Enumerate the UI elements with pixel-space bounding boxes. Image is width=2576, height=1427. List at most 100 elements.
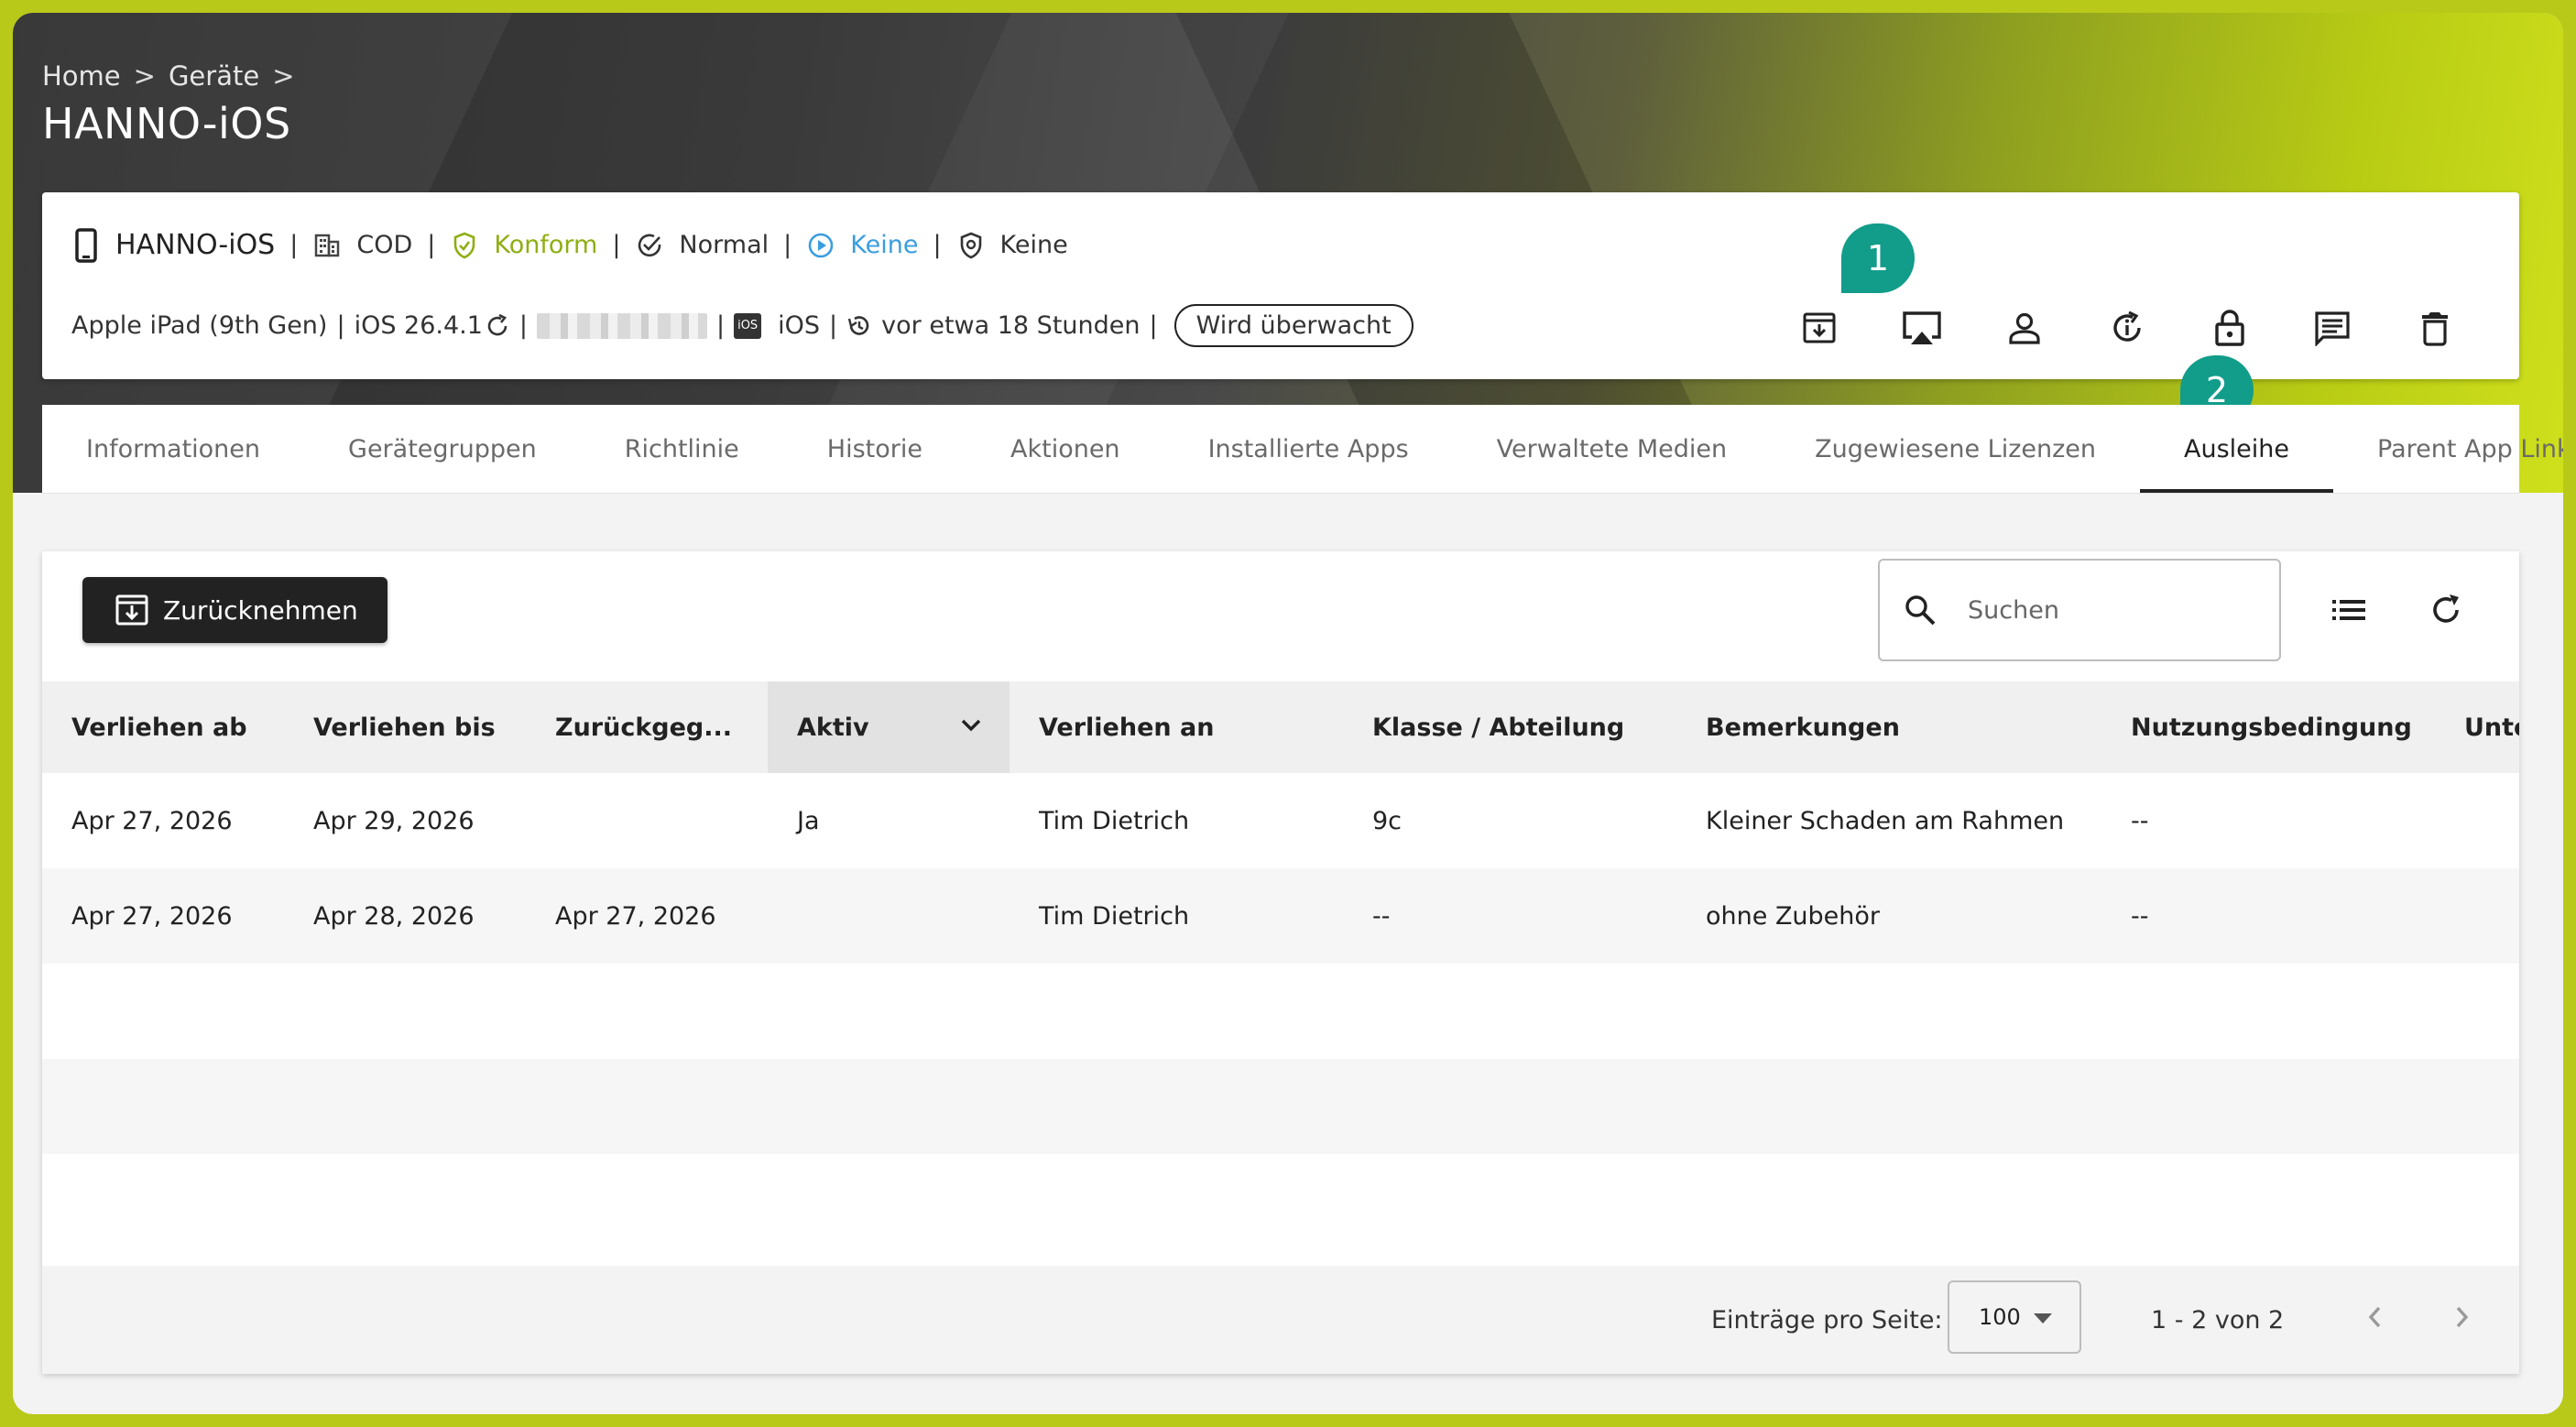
- tab-bar: Informationen Gerätegruppen Richtlinie H…: [42, 405, 2563, 494]
- airplay-button[interactable]: [1894, 300, 1949, 355]
- empty-row: [42, 964, 2519, 1059]
- breadcrumb-home[interactable]: Home: [42, 60, 121, 92]
- table-cell: [2435, 773, 2519, 868]
- tab-richtlinie[interactable]: Richtlinie: [581, 405, 783, 493]
- table-cell: Apr 27, 2026: [42, 773, 284, 868]
- security-shield-icon: [956, 231, 986, 260]
- last-seen: vor etwa 18 Stunden: [881, 311, 1141, 340]
- tab-historie[interactable]: Historie: [783, 405, 966, 493]
- tab-geraetegruppen[interactable]: Gerätegruppen: [304, 405, 581, 493]
- column-header[interactable]: Verliehen bis: [284, 681, 526, 773]
- table-cell: [526, 773, 768, 868]
- table-cell: Kleiner Schaden am Rahmen: [1676, 773, 2101, 868]
- chevron-right-icon: >: [133, 60, 156, 92]
- page-range: 1 - 2 von 2: [2151, 1306, 2285, 1334]
- refresh-button[interactable]: [2418, 583, 2473, 637]
- dropdown-caret-icon: [2034, 1313, 2052, 1324]
- send-message-button[interactable]: [2305, 300, 2360, 355]
- per-page-label: Einträge pro Seite:: [1711, 1306, 1943, 1334]
- delete-device-button[interactable]: [2407, 300, 2462, 355]
- tab-zugewiesene-lizenzen[interactable]: Zugewiesene Lizenzen: [1771, 405, 2140, 493]
- device-model: Apple iPad (9th Gen): [71, 311, 328, 340]
- return-button-label: Zurücknehmen: [163, 594, 358, 626]
- table-cell: 9c: [1343, 773, 1676, 868]
- search-input[interactable]: [1966, 594, 2244, 626]
- device-details-row: Apple iPad (9th Gen) | iOS 26.4.1 | | iO…: [71, 304, 1414, 347]
- tab-informationen[interactable]: Informationen: [42, 405, 304, 493]
- check-circle-icon: [635, 231, 664, 260]
- column-list-button[interactable]: [2321, 583, 2376, 637]
- table-cell: Tim Dietrich: [1010, 773, 1343, 868]
- callout-marker-1: 1: [1841, 223, 1915, 293]
- chevron-right-icon: >: [272, 60, 295, 92]
- shield-check-icon: [450, 231, 479, 260]
- refresh-icon: [2429, 593, 2463, 627]
- tab-aktionen[interactable]: Aktionen: [966, 405, 1164, 493]
- prev-page-button[interactable]: [2356, 1299, 2393, 1335]
- user-icon: [2007, 310, 2042, 345]
- loans-panel: Zurücknehmen Verliehen ab: [42, 551, 2519, 1374]
- return-button[interactable]: Zurücknehmen: [82, 577, 387, 643]
- history-icon: [846, 313, 872, 339]
- breadcrumb-devices[interactable]: Geräte: [169, 60, 259, 92]
- column-header[interactable]: Verliehen ab: [42, 681, 284, 773]
- table-cell: Apr 28, 2026: [284, 868, 526, 964]
- table-row[interactable]: Apr 27, 2026 Apr 28, 2026 Apr 27, 2026 T…: [42, 868, 2519, 964]
- delete-icon: [2420, 310, 2450, 346]
- tab-ausleihe[interactable]: Ausleihe: [2140, 405, 2333, 493]
- column-header[interactable]: Verliehen an: [1010, 681, 1343, 773]
- platform: iOS: [778, 311, 821, 340]
- table-row[interactable]: Apr 27, 2026 Apr 29, 2026 Ja Tim Dietric…: [42, 773, 2519, 868]
- chevron-left-icon: [2366, 1305, 2383, 1329]
- ios-badge-icon: iOS: [734, 312, 762, 339]
- tab-installierte-apps[interactable]: Installierte Apps: [1164, 405, 1453, 493]
- redacted-serial: [537, 312, 708, 339]
- table-cell: ohne Zubehör: [1676, 868, 2101, 964]
- return-device-icon: [1802, 310, 1837, 345]
- table-cell: --: [2101, 868, 2435, 964]
- device-summary-card: HANNO-iOS | COD | Konform | Normal | Kei…: [42, 192, 2519, 379]
- return-device-button[interactable]: [1792, 300, 1847, 355]
- pagination-bar: Einträge pro Seite: 100 1 - 2 von 2: [42, 1266, 2519, 1374]
- table-cell: [2435, 868, 2519, 964]
- ownership-value: COD: [356, 231, 413, 259]
- page-title: HANNO-iOS: [42, 99, 291, 148]
- mode-status: Normal: [679, 231, 770, 259]
- table-cell: Ja: [768, 773, 1010, 868]
- device-name: HANNO-iOS: [115, 229, 276, 261]
- table-cell: Apr 29, 2026: [284, 773, 526, 868]
- search-box: [1878, 559, 2281, 661]
- column-header[interactable]: Klasse / Abteilung: [1343, 681, 1676, 773]
- next-page-button[interactable]: [2444, 1299, 2481, 1335]
- os-version: iOS 26.4.1: [354, 311, 483, 340]
- app-frame: Home > Geräte > HANNO-iOS HANNO-iOS | COD |…: [13, 13, 2563, 1414]
- chevron-down-icon: [960, 718, 982, 733]
- column-header[interactable]: Bemerkungen: [1676, 681, 2101, 773]
- column-header[interactable]: Unte: [2435, 681, 2519, 773]
- column-header[interactable]: Nutzungsbedingung: [2101, 681, 2435, 773]
- per-page-value: 100: [1979, 1304, 2021, 1330]
- device-actions: [1792, 300, 2462, 355]
- tab-verwaltete-medien[interactable]: Verwaltete Medien: [1453, 405, 1771, 493]
- building-icon: [312, 231, 342, 260]
- lost-mode-status: Keine: [850, 231, 919, 259]
- assign-user-button[interactable]: [1997, 300, 2052, 355]
- message-icon: [2313, 310, 2352, 346]
- play-circle-icon: [806, 231, 835, 260]
- refresh-small-icon[interactable]: [485, 313, 510, 339]
- supervised-badge: Wird überwacht: [1173, 304, 1414, 347]
- table-cell: --: [2101, 773, 2435, 868]
- loans-table: Verliehen ab Verliehen bis Zurückgeg... …: [42, 681, 2519, 1249]
- restart-button[interactable]: [2100, 300, 2155, 355]
- chevron-right-icon: [2454, 1305, 2471, 1329]
- breadcrumb: Home > Geräte >: [42, 60, 308, 92]
- column-header-sorted[interactable]: Aktiv: [768, 681, 1010, 773]
- tab-parent-app-links[interactable]: Parent App Links: [2333, 405, 2563, 493]
- lock-button[interactable]: [2202, 300, 2257, 355]
- per-page-select[interactable]: 100: [1948, 1280, 2081, 1354]
- column-header[interactable]: Zurückgeg...: [526, 681, 768, 773]
- empty-row: [42, 1059, 2519, 1154]
- table-cell: [768, 868, 1010, 964]
- security-status: Keine: [999, 231, 1068, 259]
- table-header-row: Verliehen ab Verliehen bis Zurückgeg... …: [42, 681, 2519, 773]
